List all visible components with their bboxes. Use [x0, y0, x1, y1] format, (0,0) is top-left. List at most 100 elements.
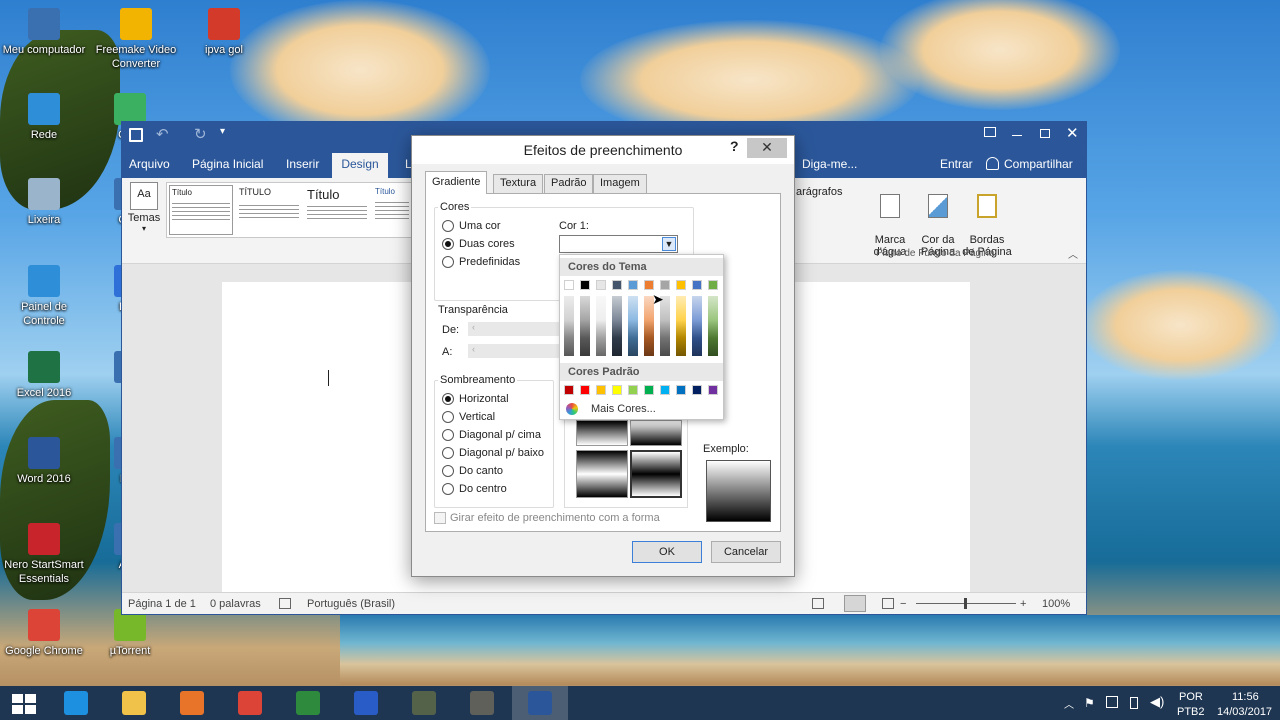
variant-2[interactable]	[630, 420, 682, 446]
standard-swatch[interactable]	[644, 385, 654, 395]
desktop-icon-chrome[interactable]: Google Chrome	[0, 609, 88, 658]
tab-pagina-inicial[interactable]: Página Inicial	[192, 157, 263, 171]
tab-inserir[interactable]: Inserir	[286, 157, 319, 171]
proofing-icon[interactable]	[279, 598, 291, 609]
paragraph-spacing-button[interactable]: arágrafos	[796, 186, 842, 198]
theme-swatch[interactable]	[564, 280, 574, 290]
tab-gradiente[interactable]: Gradiente	[425, 171, 488, 194]
tell-me-box[interactable]: Diga-me...	[802, 157, 857, 171]
dialog-close-button[interactable]: ✕	[747, 138, 787, 158]
network-icon[interactable]	[1106, 696, 1118, 708]
desktop-icon-freemake[interactable]: Freemake Video Converter	[92, 8, 180, 71]
zoom-slider[interactable]	[916, 598, 1016, 609]
keyboard-layout[interactable]: PTB2	[1177, 706, 1205, 718]
tab-textura[interactable]: Textura	[493, 174, 544, 193]
read-mode-icon[interactable]	[812, 598, 824, 609]
clock-date[interactable]: 14/03/2017	[1217, 706, 1272, 718]
tab-arquivo[interactable]: Arquivo	[129, 157, 170, 171]
taskbar-app2[interactable]	[454, 686, 510, 720]
status-language[interactable]: Português (Brasil)	[307, 598, 395, 610]
close-icon[interactable]: ✕	[1066, 124, 1079, 142]
variant-3[interactable]	[576, 450, 628, 498]
print-layout-icon[interactable]	[844, 595, 866, 612]
zoom-in-button[interactable]: +	[1020, 598, 1026, 610]
theme-swatch[interactable]	[580, 280, 590, 290]
style-thumb-2[interactable]: TÍTULO	[237, 185, 301, 235]
desktop-icon-utorrent[interactable]: µTorrent	[86, 609, 174, 658]
flag-icon[interactable]: ⚑	[1084, 696, 1095, 710]
desktop-icon-ipva-pdf[interactable]: ipva gol	[180, 8, 268, 57]
qat-dropdown-icon[interactable]: ▾	[220, 126, 225, 137]
desktop-icon-control-panel[interactable]: Painel de Controle	[0, 265, 88, 328]
desktop-icon-word[interactable]: Word 2016	[0, 437, 88, 486]
theme-swatch[interactable]	[628, 280, 638, 290]
theme-swatch[interactable]	[676, 280, 686, 290]
style-thumb-1[interactable]: Título	[169, 185, 233, 235]
theme-shade-column[interactable]	[580, 296, 590, 356]
rotate-checkbox[interactable]	[434, 512, 446, 524]
tab-padrao[interactable]: Padrão	[544, 174, 594, 193]
battery-icon[interactable]	[1130, 697, 1138, 709]
tab-imagem[interactable]: Imagem	[593, 174, 647, 193]
theme-shade-column[interactable]	[612, 296, 622, 356]
variant-4[interactable]	[630, 450, 682, 498]
cor1-dropdown[interactable]: ▼	[559, 235, 678, 253]
maximize-icon[interactable]	[1040, 129, 1050, 138]
status-words[interactable]: 0 palavras	[210, 598, 261, 610]
clock-time[interactable]: 11:56	[1232, 691, 1259, 703]
desktop-icon-my-computer[interactable]: Meu computador	[0, 8, 88, 57]
share-icon[interactable]	[986, 157, 999, 170]
theme-swatch[interactable]	[692, 280, 702, 290]
redo-icon[interactable]: ↻	[194, 125, 207, 143]
zoom-thumb[interactable]	[964, 598, 967, 609]
standard-swatch[interactable]	[596, 385, 606, 395]
standard-swatch[interactable]	[564, 385, 574, 395]
standard-swatch[interactable]	[628, 385, 638, 395]
theme-shade-column[interactable]	[564, 296, 574, 356]
taskbar-calculator[interactable]	[280, 686, 336, 720]
theme-shade-column[interactable]	[596, 296, 606, 356]
style-thumb-4[interactable]: Título	[373, 185, 411, 235]
desktop-icon-excel[interactable]: Excel 2016	[0, 351, 88, 400]
minimize-icon[interactable]	[1012, 135, 1022, 136]
signin-link[interactable]: Entrar	[940, 157, 973, 171]
web-layout-icon[interactable]	[882, 598, 894, 609]
style-thumb-3[interactable]: Título	[305, 185, 369, 235]
marca-dagua-button[interactable]: Marca d'água	[868, 182, 912, 258]
taskbar-explorer[interactable]	[106, 686, 162, 720]
taskbar-word[interactable]	[512, 686, 568, 720]
tray-up-icon[interactable]: ︿	[1064, 696, 1074, 711]
taskbar-chrome[interactable]	[222, 686, 278, 720]
volume-icon[interactable]: ◀)	[1150, 694, 1164, 710]
ribbon-display-icon[interactable]	[984, 127, 996, 137]
status-page[interactable]: Página 1 de 1	[128, 598, 196, 610]
theme-swatch[interactable]	[644, 280, 654, 290]
desktop-icon-nero[interactable]: Nero StartSmart Essentials	[0, 523, 88, 586]
themes-button[interactable]: Aa Temas ▾	[126, 182, 162, 246]
standard-swatch[interactable]	[692, 385, 702, 395]
theme-swatch[interactable]	[596, 280, 606, 290]
undo-icon[interactable]: ↶	[156, 125, 169, 143]
ok-button[interactable]: OK	[632, 541, 702, 563]
save-icon[interactable]	[129, 128, 143, 142]
cancel-button[interactable]: Cancelar	[711, 541, 781, 563]
cor-da-pagina-button[interactable]: Cor da Página	[916, 182, 960, 258]
theme-shade-column[interactable]	[708, 296, 718, 356]
collapse-ribbon-icon[interactable]: ︿	[1068, 246, 1078, 261]
theme-shade-column[interactable]	[692, 296, 702, 356]
zoom-level[interactable]: 100%	[1042, 598, 1070, 610]
desktop-icon-network[interactable]: Rede	[0, 93, 88, 142]
de-slider[interactable]: ‹	[468, 322, 560, 336]
zoom-out-button[interactable]: −	[900, 598, 906, 610]
theme-shade-column[interactable]	[676, 296, 686, 356]
variant-1[interactable]	[576, 420, 628, 446]
more-colors-link[interactable]: Mais Cores...	[591, 403, 656, 415]
help-button[interactable]: ?	[730, 138, 739, 154]
a-slider[interactable]: ‹	[468, 344, 560, 358]
standard-swatch[interactable]	[580, 385, 590, 395]
lang-indicator[interactable]: POR	[1179, 691, 1203, 703]
standard-swatch[interactable]	[676, 385, 686, 395]
theme-swatch[interactable]	[660, 280, 670, 290]
taskbar-media-player[interactable]	[164, 686, 220, 720]
standard-swatch[interactable]	[708, 385, 718, 395]
